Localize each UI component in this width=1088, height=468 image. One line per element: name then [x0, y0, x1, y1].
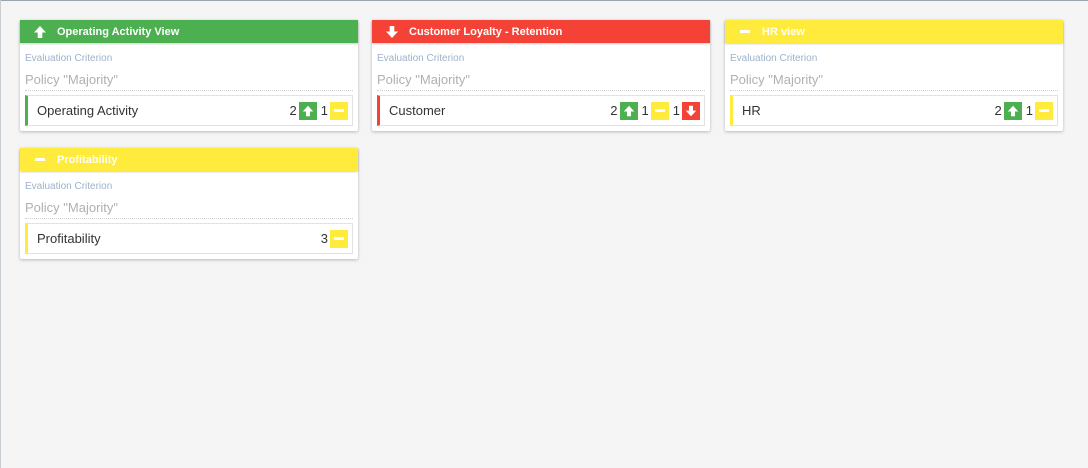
arrow-down-icon	[682, 101, 700, 120]
card-header[interactable]: Operating Activity View	[20, 20, 358, 43]
criterion-row[interactable]: HR 2 1	[730, 95, 1058, 126]
arrow-up-icon	[1003, 101, 1022, 120]
status-counts: 2 1	[286, 101, 352, 120]
card-customer-loyalty-retention[interactable]: Customer Loyalty - Retention Evaluation …	[372, 20, 710, 131]
criterion-row[interactable]: Customer 2 1 1	[377, 95, 705, 126]
count-up: 2	[610, 103, 618, 118]
evaluation-criterion-label: Evaluation Criterion	[25, 181, 113, 192]
minus-icon	[737, 24, 753, 40]
minus-icon	[650, 101, 669, 120]
card-title: Customer Loyalty - Retention	[409, 25, 563, 38]
status-counts: 3	[317, 229, 352, 248]
arrow-up-icon	[298, 101, 317, 120]
policy-text: Policy "Majority"	[25, 65, 353, 91]
card-header[interactable]: Profitability	[20, 148, 358, 171]
policy-text: Policy "Majority"	[730, 65, 1058, 91]
minus-icon	[330, 101, 348, 120]
evaluation-criterion-label: Evaluation Criterion	[377, 53, 465, 64]
arrow-up-icon	[619, 101, 638, 120]
evaluation-criterion-label: Evaluation Criterion	[730, 53, 818, 64]
top-divider	[0, 0, 1088, 1]
left-divider	[0, 0, 1, 468]
count-neutral: 3	[320, 231, 328, 246]
card-title: Operating Activity View	[57, 25, 180, 38]
row-name: Customer	[389, 103, 446, 118]
row-name: Profitability	[37, 231, 101, 246]
criterion-row[interactable]: Operating Activity 2 1	[25, 95, 353, 126]
policy-text: Policy "Majority"	[377, 65, 705, 91]
criterion-row[interactable]: Profitability 3	[25, 223, 353, 254]
count-neutral: 1	[641, 103, 649, 118]
arrow-up-icon	[32, 24, 48, 40]
count-neutral: 1	[1025, 103, 1033, 118]
row-name: Operating Activity	[37, 103, 139, 118]
card-header[interactable]: HR view	[725, 20, 1063, 43]
card-operating-activity-view[interactable]: Operating Activity View Evaluation Crite…	[20, 20, 358, 131]
evaluation-criterion-label: Evaluation Criterion	[25, 53, 113, 64]
row-name: HR	[742, 103, 761, 118]
card-title: HR view	[762, 25, 805, 38]
card-title: Profitability	[57, 153, 118, 166]
minus-icon	[1035, 101, 1053, 120]
count-up: 2	[994, 103, 1002, 118]
count-up: 2	[289, 103, 297, 118]
card-header[interactable]: Customer Loyalty - Retention	[372, 20, 710, 43]
card-profitability[interactable]: Profitability Evaluation Criterion Polic…	[20, 148, 358, 259]
minus-icon	[32, 152, 48, 168]
card-hr-view[interactable]: HR view Evaluation Criterion Policy "Maj…	[725, 20, 1063, 131]
status-counts: 2 1	[991, 101, 1057, 120]
policy-text: Policy "Majority"	[25, 193, 353, 219]
status-counts: 2 1 1	[606, 101, 704, 120]
minus-icon	[330, 229, 348, 248]
count-down: 1	[672, 103, 680, 118]
count-neutral: 1	[320, 103, 328, 118]
arrow-down-icon	[384, 24, 400, 40]
